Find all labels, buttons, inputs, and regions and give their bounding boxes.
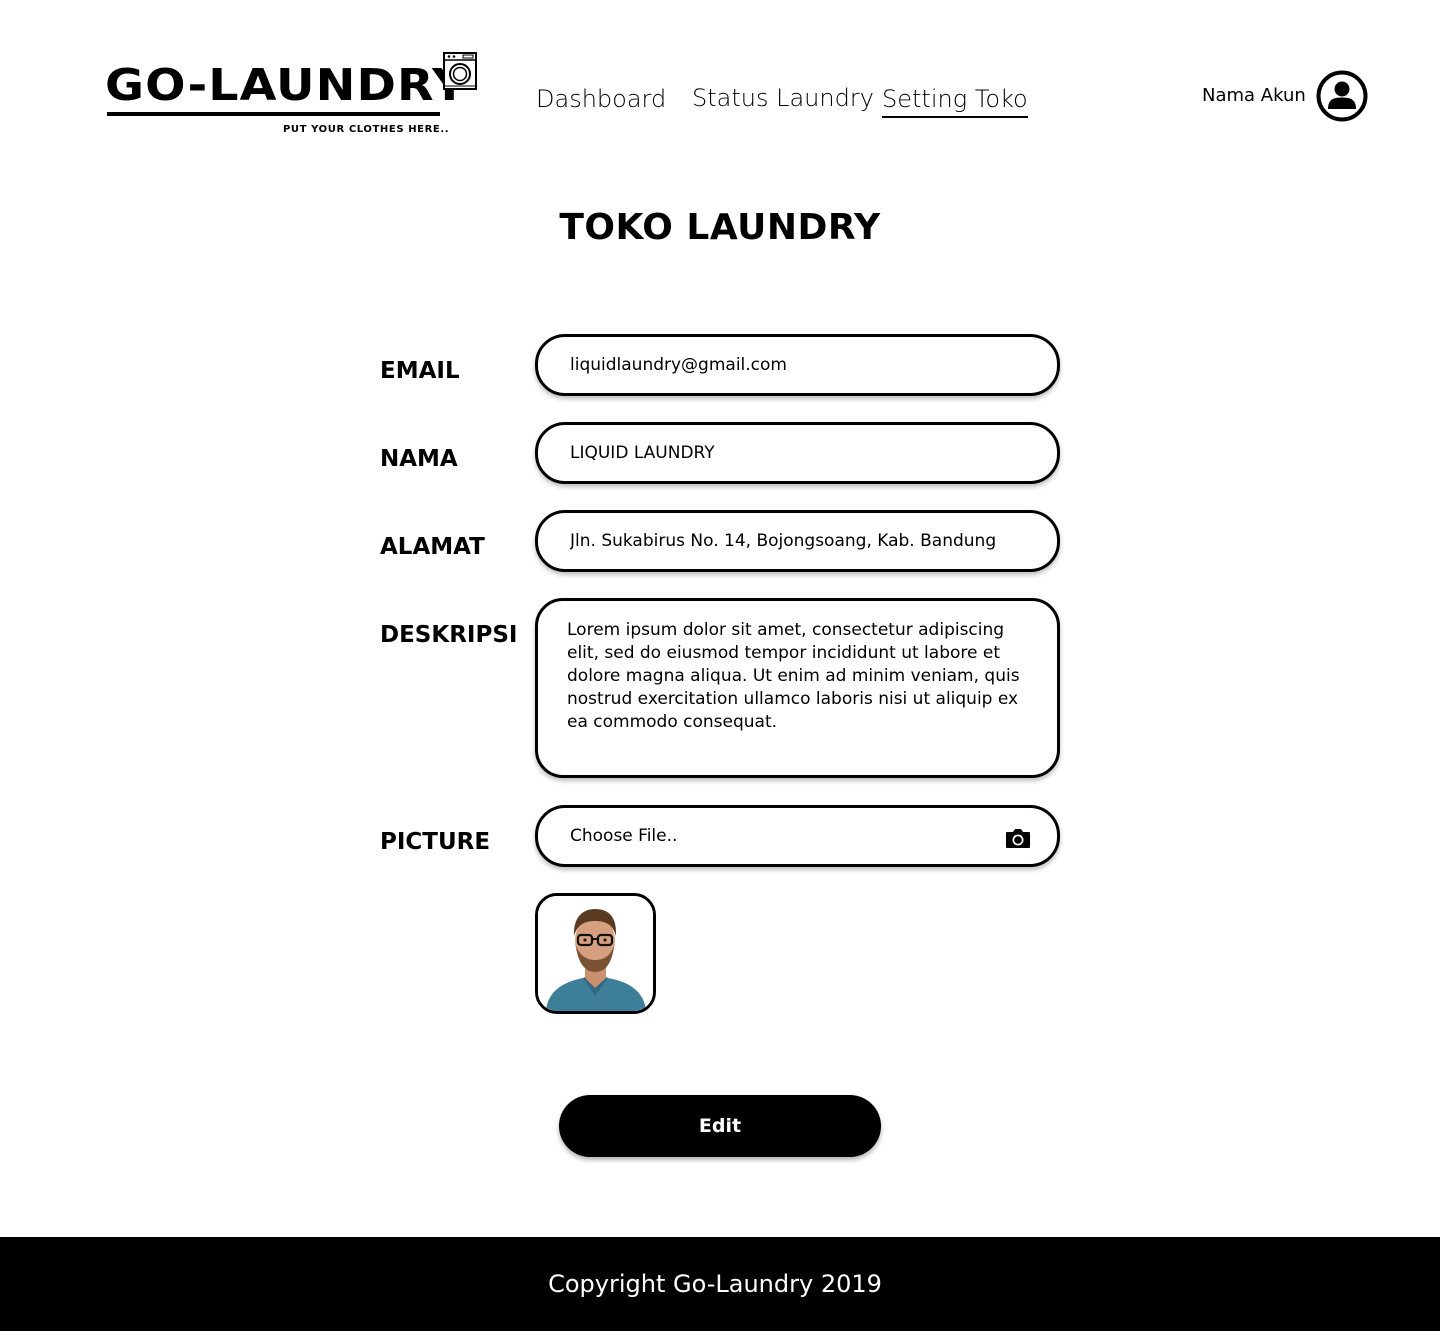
nav-status-laundry[interactable]: Status Laundry <box>692 81 874 115</box>
email-input[interactable] <box>570 337 1025 393</box>
picture-file-picker[interactable]: Choose File.. <box>535 805 1060 867</box>
nav-dashboard[interactable]: Dashboard <box>536 82 666 116</box>
logo-text: GO-LAUNDRY <box>105 60 468 111</box>
washing-machine-icon <box>443 52 477 90</box>
page-title: TOKO LAUNDRY <box>559 207 881 248</box>
nama-input[interactable] <box>570 425 1025 481</box>
file-picker-placeholder: Choose File.. <box>570 826 678 846</box>
footer-copyright: Copyright Go-Laundry 2019 <box>548 1270 882 1298</box>
picture-preview <box>535 893 656 1014</box>
email-label: EMAIL <box>380 358 460 384</box>
logo-tagline: PUT YOUR CLOTHES HERE.. <box>283 124 450 135</box>
deskripsi-label: DESKRIPSI <box>380 622 518 648</box>
deskripsi-textarea[interactable]: Lorem ipsum dolor sit amet, consectetur … <box>567 619 1029 759</box>
deskripsi-field[interactable]: Lorem ipsum dolor sit amet, consectetur … <box>535 598 1060 778</box>
logo[interactable]: GO-LAUNDRY PUT YOUR CLOTHES HERE.. <box>105 52 480 142</box>
alamat-label: ALAMAT <box>380 534 485 560</box>
nama-field[interactable] <box>535 422 1060 484</box>
edit-button[interactable]: Edit <box>559 1095 881 1157</box>
account-name[interactable]: Nama Akun <box>1202 84 1306 108</box>
footer: Copyright Go-Laundry 2019 <box>0 1237 1440 1331</box>
logo-underline <box>107 112 440 116</box>
camera-icon[interactable] <box>1005 827 1031 849</box>
nav-setting-toko[interactable]: Setting Toko <box>882 82 1028 118</box>
picture-label: PICTURE <box>380 829 491 855</box>
email-field[interactable] <box>535 334 1060 396</box>
profile-photo <box>538 896 653 1011</box>
alamat-field[interactable] <box>535 510 1060 572</box>
alamat-input[interactable] <box>570 513 1025 569</box>
user-circle-icon[interactable] <box>1316 70 1368 122</box>
nama-label: NAMA <box>380 446 458 472</box>
